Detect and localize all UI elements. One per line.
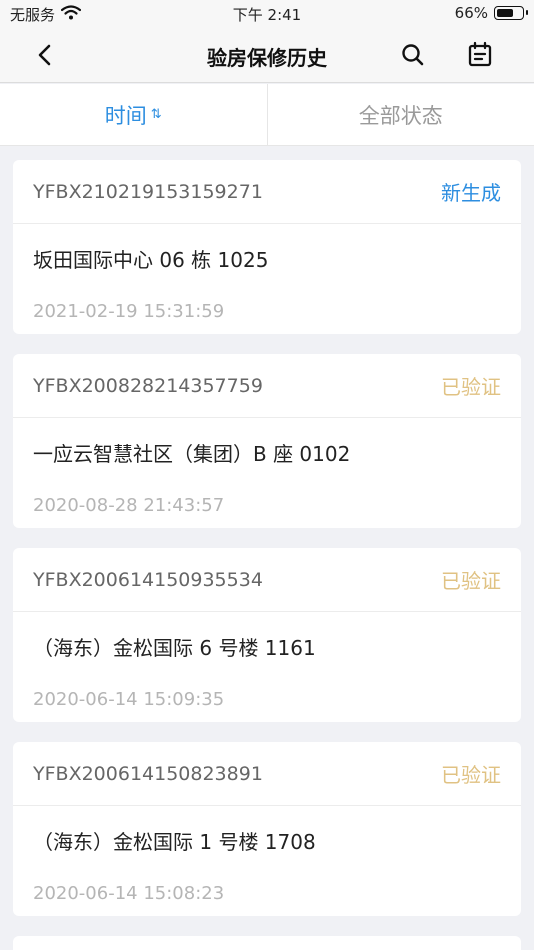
record-card-body: 坂田国际中心 06 栋 1025 2021-02-19 15:31:59 [13, 244, 521, 322]
status-right: 66% [454, 4, 528, 22]
tab-all-status[interactable]: 全部状态 [268, 84, 534, 145]
record-card-body: （海东）金松国际 6 号楼 1161 2020-06-14 15:09:35 [13, 632, 521, 710]
record-card-header: YFBX200614150823891 已验证 [13, 742, 521, 806]
record-datetime: 2020-06-14 15:09:35 [33, 689, 225, 710]
order-number: YFBX200614150823891 [33, 762, 263, 785]
status-badge: 新生成 [441, 181, 501, 205]
record-card[interactable]: YFBX210219153159271 新生成 坂田国际中心 06 栋 1025… [13, 160, 521, 334]
record-datetime: 2020-06-14 15:08:23 [33, 883, 225, 904]
tab-time[interactable]: 时间 ⇅ [0, 84, 267, 145]
status-bar: 无服务 下午 2:41 66% [0, 0, 534, 28]
page-title: 验房保修历史 [207, 46, 327, 70]
property-address: 坂田国际中心 06 栋 1025 [33, 248, 269, 272]
nav-bar: 验房保修历史 [0, 28, 534, 83]
record-card-header: YFBX200614150935534 已验证 [13, 548, 521, 612]
status-badge: 已验证 [441, 375, 501, 399]
battery-fill [497, 9, 513, 17]
filter-tabs: 时间 ⇅ 全部状态 [0, 84, 534, 146]
status-badge: 已验证 [441, 569, 501, 593]
calendar-icon[interactable] [465, 39, 495, 69]
record-card-body: （海东）金松国际 1 号楼 1708 2020-06-14 15:08:23 [13, 826, 521, 904]
battery-percent: 66% [454, 4, 488, 22]
record-card-header: YFBX210219153159271 新生成 [13, 160, 521, 224]
record-card-partial[interactable] [13, 936, 521, 950]
property-address: （海东）金松国际 6 号楼 1161 [33, 636, 316, 660]
property-address: （海东）金松国际 1 号楼 1708 [33, 830, 316, 854]
record-datetime: 2021-02-19 15:31:59 [33, 301, 225, 322]
order-number: YFBX200828214357759 [33, 374, 263, 397]
record-card[interactable]: YFBX200614150823891 已验证 （海东）金松国际 1 号楼 17… [13, 742, 521, 916]
record-card[interactable]: YFBX200614150935534 已验证 （海东）金松国际 6 号楼 11… [13, 548, 521, 722]
search-icon[interactable] [398, 40, 428, 70]
record-card-body: 一应云智慧社区（集团）B 座 0102 2020-08-28 21:43:57 [13, 438, 521, 516]
record-datetime: 2020-08-28 21:43:57 [33, 495, 225, 516]
record-card-header: YFBX200828214357759 已验证 [13, 354, 521, 418]
order-number: YFBX210219153159271 [33, 180, 263, 203]
status-badge: 已验证 [441, 763, 501, 787]
tab-time-label: 时间 [104, 103, 147, 128]
property-address: 一应云智慧社区（集团）B 座 0102 [33, 442, 351, 466]
record-card[interactable]: YFBX200828214357759 已验证 一应云智慧社区（集团）B 座 0… [13, 354, 521, 528]
tab-all-status-label: 全部状态 [358, 103, 443, 128]
record-list: YFBX210219153159271 新生成 坂田国际中心 06 栋 1025… [13, 160, 521, 950]
battery-icon [494, 6, 528, 20]
order-number: YFBX200614150935534 [33, 568, 263, 591]
sort-icon: ⇅ [150, 107, 162, 122]
